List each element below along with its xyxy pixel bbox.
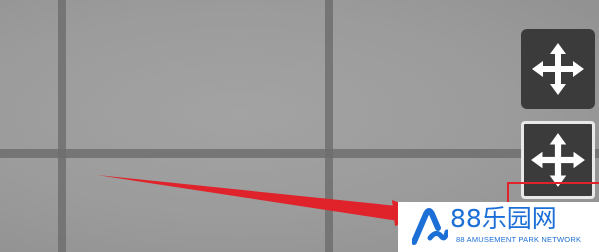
watermark: 88乐园网 88 AMUSEMENT PARK NETWORK: [398, 202, 599, 252]
watermark-subtitle: 88 AMUSEMENT PARK NETWORK: [456, 235, 582, 244]
watermark-title: 88乐园网: [450, 204, 557, 233]
wave-a-logo: [411, 208, 450, 251]
